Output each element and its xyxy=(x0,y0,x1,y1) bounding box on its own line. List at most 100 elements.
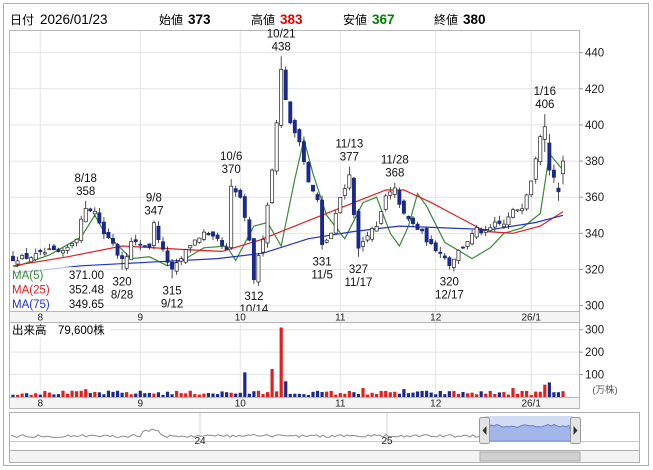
volume-bar xyxy=(434,394,438,397)
volume-bar xyxy=(193,394,197,397)
volume-bar xyxy=(120,392,124,397)
volume-bar xyxy=(465,393,470,397)
candle-body xyxy=(188,245,193,249)
low-annotation-date: 12/17 xyxy=(435,289,464,301)
candle-body xyxy=(420,228,425,232)
navigator-selection[interactable] xyxy=(485,416,573,441)
candle-body xyxy=(392,187,397,195)
candle-body xyxy=(388,191,393,196)
volume-bar xyxy=(393,391,397,397)
candle-body xyxy=(365,235,370,241)
candle-body xyxy=(251,238,256,281)
candle-body xyxy=(320,199,325,246)
high-annotation-date: 9/8 xyxy=(146,193,162,205)
candle-body xyxy=(165,250,170,263)
ma-legend-name: MA(25) xyxy=(12,285,50,297)
scrollbar-thumb[interactable] xyxy=(479,451,581,462)
candle-body xyxy=(511,209,515,218)
low-annotation-value: 327 xyxy=(349,264,368,276)
volume-bar xyxy=(243,372,247,397)
volume-bar xyxy=(547,382,551,397)
candle-body xyxy=(351,177,356,215)
volume-bar xyxy=(70,390,74,397)
candle-body xyxy=(33,253,38,261)
volume-value: 79,600株 xyxy=(58,323,105,337)
candle-body xyxy=(474,227,479,238)
high-value: 383 xyxy=(280,12,303,27)
volume-bar xyxy=(56,394,61,397)
volume-bar xyxy=(420,390,424,397)
candle-body xyxy=(65,246,70,251)
volume-bar xyxy=(43,390,47,397)
candle-body xyxy=(311,184,315,192)
navigator-left-handle[interactable] xyxy=(479,417,490,444)
candle-body xyxy=(501,223,506,227)
candle-body xyxy=(406,216,411,220)
volume-bar xyxy=(288,393,292,397)
candle-body xyxy=(547,142,552,171)
candle-body xyxy=(115,244,120,256)
price-x-tick-label: 26/1 xyxy=(521,313,541,324)
candle-body xyxy=(161,241,165,250)
volume-bar xyxy=(370,392,374,397)
volume-bar xyxy=(493,393,497,397)
volume-bar xyxy=(520,390,524,397)
candle-body xyxy=(283,69,288,100)
volume-unit: (万株) xyxy=(592,384,617,396)
candle-body xyxy=(342,188,347,196)
candle-body xyxy=(247,219,252,241)
candle-body xyxy=(24,253,29,259)
candle-body xyxy=(38,249,43,253)
volume-x-tick-label: 26/1 xyxy=(521,399,541,410)
volume-bar xyxy=(179,393,183,397)
range-navigator[interactable]: 24 25 xyxy=(9,412,640,463)
volume-bar xyxy=(365,394,370,397)
high-annotation-date: 8/18 xyxy=(75,173,97,185)
candle-body xyxy=(456,250,461,262)
volume-bar xyxy=(452,391,456,397)
navigator-tick-label: 25 xyxy=(381,436,393,447)
volume-bar xyxy=(329,390,333,397)
volume-bar xyxy=(556,392,561,397)
volume-bar xyxy=(275,391,279,397)
candle-body xyxy=(220,240,225,246)
candle-body xyxy=(397,190,402,205)
volume-bar xyxy=(470,392,474,397)
volume-title: 出来高 xyxy=(12,323,47,337)
candle-body xyxy=(465,241,470,247)
candle-body xyxy=(356,210,361,249)
candle-body xyxy=(447,257,452,266)
candle-body xyxy=(297,129,302,143)
volume-bar xyxy=(97,392,101,397)
candle-body xyxy=(551,169,556,178)
high-annotation-value: 347 xyxy=(144,206,163,218)
low-value: 367 xyxy=(372,12,395,27)
candle-body xyxy=(129,241,134,261)
candle-body xyxy=(42,252,47,255)
volume-bar xyxy=(265,392,270,397)
volume-bar xyxy=(525,390,529,397)
volume-bar xyxy=(534,391,538,397)
navigator-right-handle[interactable] xyxy=(570,417,581,444)
volume-bar xyxy=(334,394,338,397)
volume-bar xyxy=(52,394,56,397)
volume-bar xyxy=(497,392,501,397)
price-y-tick-label: 440 xyxy=(585,48,604,60)
volume-bar xyxy=(215,394,220,397)
volume-bar xyxy=(488,390,492,397)
candle-body xyxy=(274,122,279,172)
volume-bar xyxy=(247,393,251,397)
volume-y-tick-label: 300 xyxy=(585,325,604,337)
candle-body xyxy=(361,241,365,247)
high-annotation-value: 370 xyxy=(222,164,241,176)
candle-body xyxy=(111,237,115,244)
candle-body xyxy=(242,196,247,218)
candle-body xyxy=(315,194,320,201)
volume-bar xyxy=(161,394,165,397)
open-value: 373 xyxy=(188,12,211,27)
volume-bar xyxy=(106,390,111,397)
volume-bar xyxy=(302,394,306,397)
high-annotation-date: 11/28 xyxy=(381,155,409,167)
low-annotation-value: 312 xyxy=(244,291,263,303)
candle-body xyxy=(70,242,75,246)
